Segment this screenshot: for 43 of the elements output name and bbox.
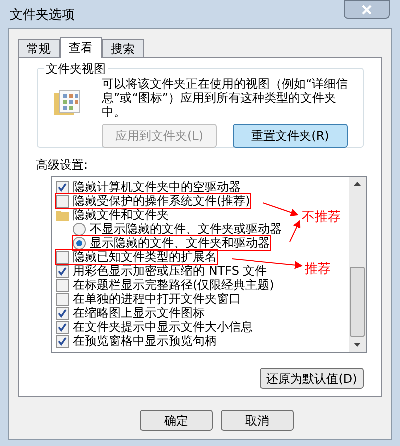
restore-defaults-button[interactable]: 还原为默认值(D) <box>260 368 364 389</box>
setting-label: 隐藏受保护的操作系统文件(推荐) <box>73 194 250 208</box>
annotation-text: 推荐 <box>305 261 331 279</box>
setting-label: 隐藏计算机文件夹中的空驱动器 <box>73 180 241 194</box>
tab[interactable]: 查看 <box>60 37 102 58</box>
checkbox[interactable] <box>56 180 69 194</box>
section-label: 高级设置: <box>36 157 88 174</box>
tab[interactable]: 常规 <box>18 39 60 57</box>
group-title: 文件夹视图 <box>44 60 108 78</box>
close-button[interactable] <box>344 0 390 19</box>
setting-label: 不显示隐藏的文件、文件夹或驱动器 <box>90 222 282 236</box>
checkbox[interactable] <box>56 320 69 334</box>
checkbox[interactable] <box>56 264 69 278</box>
checkbox[interactable] <box>56 334 69 348</box>
setting-label: 显示隐藏的文件、文件夹和驱动器 <box>90 236 270 250</box>
checkbox[interactable] <box>56 292 69 306</box>
checkbox[interactable] <box>56 278 69 292</box>
scroll-down-icon[interactable] <box>354 343 361 347</box>
setting-label: 在标题栏显示完整路径(仅限经典主题) <box>73 278 274 292</box>
setting-label: 在预览窗格中显示预览句柄 <box>73 334 217 348</box>
checkbox[interactable] <box>56 194 69 208</box>
setting-label: 用彩色显示加密或压缩的 NTFS 文件 <box>73 264 268 278</box>
annotation-text: 不推荐 <box>302 209 341 227</box>
close-icon <box>362 4 372 14</box>
tab[interactable]: 搜索 <box>102 39 144 57</box>
checkbox[interactable] <box>56 306 69 320</box>
folder-view-button[interactable]: 重置文件夹(R) <box>233 124 348 148</box>
dialog-button[interactable]: 确定 <box>140 410 213 431</box>
radio-button[interactable] <box>73 236 86 250</box>
description-text: 可以将该文件夹正在使用的视图（例如“详细信息”或“图标”）应用到所有这种类型的文件夹中。 <box>102 77 350 119</box>
window-title: 文件夹选项 <box>10 7 75 25</box>
setting-label: 在单独的进程中打开文件夹窗口 <box>73 292 241 306</box>
setting-label: 隐藏已知文件类型的扩展名 <box>73 250 217 264</box>
scrollbar[interactable] <box>349 177 366 352</box>
scroll-up-icon[interactable] <box>354 182 361 186</box>
dialog-button[interactable]: 取消 <box>221 410 294 431</box>
folder-icon <box>56 210 69 220</box>
setting-label: 在缩略图上显示文件图标 <box>73 306 205 320</box>
scroll-thumb[interactable] <box>350 267 365 337</box>
checkbox[interactable] <box>56 250 69 264</box>
radio-button[interactable] <box>73 222 86 236</box>
setting-label: 隐藏文件和文件夹 <box>73 208 169 222</box>
setting-label: 在文件夹提示中显示文件大小信息 <box>73 320 253 334</box>
